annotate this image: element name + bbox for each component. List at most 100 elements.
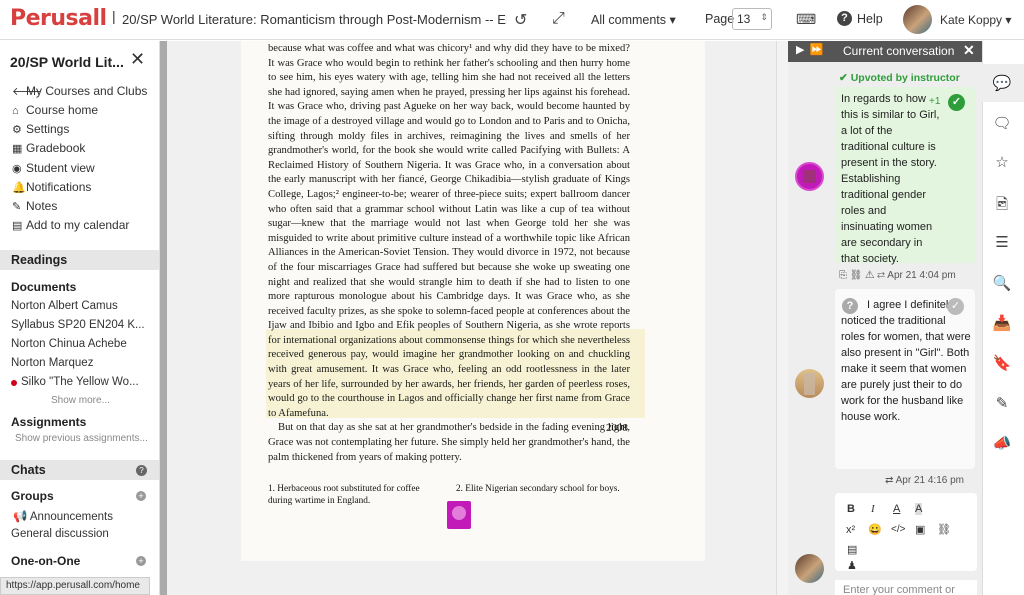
copy-icon[interactable]: ⎘ bbox=[839, 270, 850, 281]
link-button[interactable]: ⛓ bbox=[937, 523, 951, 536]
code-button[interactable]: </> bbox=[891, 524, 905, 535]
gear-icon: ⚙ bbox=[12, 124, 22, 136]
undo-icon[interactable]: ↺ bbox=[514, 10, 527, 30]
nav-label: Student view bbox=[26, 161, 95, 175]
comment-text: I agree I definitely noticed the traditi… bbox=[841, 299, 971, 423]
highlight-button[interactable]: A bbox=[915, 503, 923, 515]
page-number: 2008 bbox=[606, 422, 628, 434]
nav-label: Gradebook bbox=[26, 141, 86, 155]
image-icon[interactable]: 🖻 bbox=[992, 194, 1012, 219]
link-icon[interactable]: ⛓ bbox=[850, 270, 865, 281]
document-item[interactable]: Norton Albert Camus bbox=[11, 300, 156, 312]
url-tooltip: https://app.perusall.com/home bbox=[0, 577, 150, 595]
comment-icon[interactable]: 💬 bbox=[992, 74, 1012, 92]
group-general-discussion[interactable]: General discussion bbox=[11, 528, 156, 540]
comment-editor: B I A A x² 😀 </> ▣ ⛓ ▤ ♟ bbox=[835, 493, 977, 572]
reply-icon[interactable]: ⇄ bbox=[877, 270, 887, 281]
fullscreen-icon[interactable]: ⤢ bbox=[552, 10, 565, 28]
nav-label: Course home bbox=[26, 103, 99, 117]
nav-course-home[interactable]: ⌂ Course home bbox=[12, 103, 98, 117]
upvote-check-icon[interactable]: ✓ bbox=[947, 298, 964, 315]
megaphone-icon: 📢 bbox=[13, 511, 30, 523]
assignments-header: Assignments bbox=[11, 415, 87, 429]
help-icon[interactable]: ? bbox=[837, 11, 852, 26]
course-sidebar: 20/SP World Lit... ✕ 🡐My Courses and Clu… bbox=[0, 41, 160, 595]
close-icon[interactable]: ✕ bbox=[963, 42, 975, 59]
unread-dot bbox=[11, 380, 17, 386]
close-icon[interactable]: ✕ bbox=[130, 49, 145, 70]
nav-label: My Courses and Clubs bbox=[26, 84, 148, 98]
arrow-left-icon: 🡐 bbox=[12, 86, 42, 98]
comments-icon[interactable]: 🗨 bbox=[992, 114, 1012, 132]
current-user-avatar bbox=[795, 554, 824, 583]
perusall-logo[interactable]: Perusall bbox=[10, 6, 107, 31]
italic-button[interactable]: I bbox=[871, 503, 875, 515]
keyboard-icon[interactable]: ⌨ bbox=[796, 11, 816, 28]
question-icon[interactable]: ? bbox=[842, 298, 858, 314]
document-item[interactable]: Norton Chinua Achebe bbox=[11, 338, 156, 350]
media-button[interactable]: ▤ bbox=[847, 543, 857, 556]
nav-add-calendar[interactable]: ▤ Add to my calendar bbox=[12, 218, 129, 232]
page-number-input[interactable]: 13 ⇕ bbox=[732, 8, 772, 30]
group-label: Announcements bbox=[29, 511, 114, 523]
help-link[interactable]: Help bbox=[857, 12, 883, 26]
nav-my-courses[interactable]: 🡐My Courses and Clubs bbox=[12, 84, 147, 98]
show-previous-assignments-link[interactable]: Show previous assignments... bbox=[15, 433, 148, 444]
nav-notes[interactable]: ✎ Notes bbox=[12, 199, 57, 213]
course-title: 20/SP World Lit... bbox=[10, 54, 124, 70]
image-button[interactable]: ▣ bbox=[915, 523, 925, 536]
user-avatar[interactable] bbox=[903, 5, 932, 34]
reply-icon[interactable]: ⇄ bbox=[885, 475, 896, 486]
document-scrollbar[interactable] bbox=[776, 41, 788, 595]
emoji-button[interactable]: 😀 bbox=[868, 523, 882, 536]
paragraph: because what was coffee and what was chi… bbox=[268, 43, 630, 419]
show-more-link[interactable]: Show more... bbox=[51, 395, 110, 406]
nav-label: Notifications bbox=[26, 180, 92, 194]
commenter-avatar bbox=[795, 369, 824, 398]
nav-label: Add to my calendar bbox=[26, 218, 130, 232]
font-color-button[interactable]: A bbox=[893, 503, 900, 515]
comment-text: In regards to how this is similar to Gir… bbox=[841, 93, 940, 265]
conversation-title: Current conversation bbox=[843, 44, 955, 58]
group-announcements[interactable]: 📢 Announcements bbox=[13, 509, 158, 523]
document-item[interactable]: Norton Marquez bbox=[11, 357, 156, 369]
add-group-icon[interactable]: + bbox=[136, 491, 146, 501]
megaphone-icon[interactable]: 📣 bbox=[992, 434, 1012, 452]
readings-header: Readings bbox=[0, 250, 159, 270]
user-menu[interactable]: Kate Koppy ▾ bbox=[940, 13, 1011, 27]
bookmark-icon[interactable]: 🔖 bbox=[992, 354, 1012, 372]
comments-filter-dropdown[interactable]: All comments ▾ bbox=[591, 12, 676, 27]
upvote-check-icon[interactable]: ✓ bbox=[948, 94, 965, 111]
bell-icon: 🔔 bbox=[12, 182, 26, 194]
stepper-icon[interactable]: ⇕ bbox=[760, 12, 768, 23]
superscript-button[interactable]: x² bbox=[846, 524, 855, 536]
pencil-icon[interactable]: ✎ bbox=[992, 394, 1012, 412]
search-icon[interactable]: 🔍 bbox=[992, 274, 1012, 292]
paragraph: But on that day as she sat at her grandm… bbox=[268, 422, 630, 463]
nav-gradebook[interactable]: ▦ Gradebook bbox=[12, 141, 85, 155]
chats-help-icon[interactable]: ? bbox=[136, 465, 147, 476]
star-icon[interactable]: ☆ bbox=[992, 153, 1012, 171]
nav-student-view[interactable]: ◉ Student view bbox=[12, 161, 95, 175]
play-forward-icon[interactable]: ▶ ⏩ bbox=[796, 43, 824, 56]
flag-icon[interactable]: ⚠ bbox=[865, 270, 877, 281]
upvoted-badge: ✔ Upvoted by instructor bbox=[839, 72, 960, 84]
eye-icon: ◉ bbox=[12, 163, 22, 175]
document-item-current[interactable]: Silko "The Yellow Wo... bbox=[21, 376, 141, 388]
nav-settings[interactable]: ⚙ Settings bbox=[12, 122, 69, 136]
document-item[interactable]: Syllabus SP20 EN204 K... bbox=[11, 319, 156, 331]
nav-label: Settings bbox=[26, 122, 70, 136]
inbox-icon[interactable]: 📥 bbox=[992, 314, 1012, 332]
page-body-text: because what was coffee and what was chi… bbox=[268, 42, 630, 465]
equation-button[interactable]: ♟ bbox=[847, 559, 857, 572]
annotation-marker[interactable] bbox=[447, 501, 471, 529]
upvote-count: +1 bbox=[929, 96, 941, 107]
bold-button[interactable]: B bbox=[847, 503, 855, 515]
home-icon: ⌂ bbox=[12, 105, 19, 117]
nav-notifications[interactable]: 🔔Notifications bbox=[12, 180, 91, 194]
gradebook-icon: ▦ bbox=[12, 143, 23, 155]
list-icon[interactable]: ☰ bbox=[992, 233, 1012, 251]
add-chat-icon[interactable]: + bbox=[136, 556, 146, 566]
comment-input[interactable]: Enter your comment or bbox=[835, 580, 977, 595]
sidebar-scrollbar[interactable] bbox=[160, 41, 167, 595]
